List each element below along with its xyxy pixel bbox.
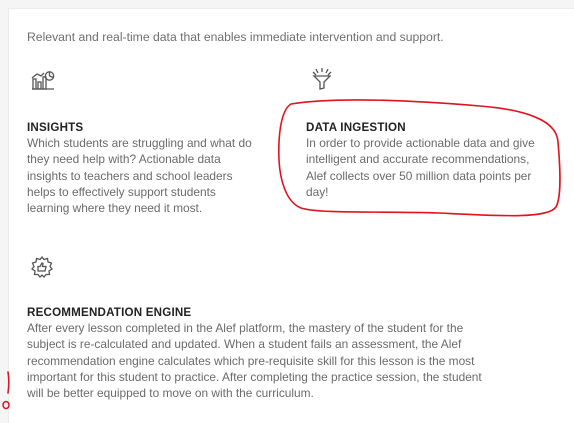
insights-title: INSIGHTS: [27, 121, 84, 134]
analytics-icon: [31, 70, 55, 90]
insights-description: Which students are struggling and what d…: [27, 136, 252, 216]
funnel-icon: [312, 68, 332, 90]
intro-text: Relevant and real-time data that enables…: [27, 30, 444, 44]
data-ingestion-description: In order to provide actionable data and …: [306, 136, 535, 199]
gear-thumbs-up-icon: [31, 256, 53, 278]
recommendation-engine-title: RECOMMENDATION ENGINE: [27, 306, 192, 319]
data-ingestion-title: DATA INGESTION: [306, 121, 406, 134]
recommendation-engine-description: After every lesson completed in the Alef…: [27, 321, 482, 401]
